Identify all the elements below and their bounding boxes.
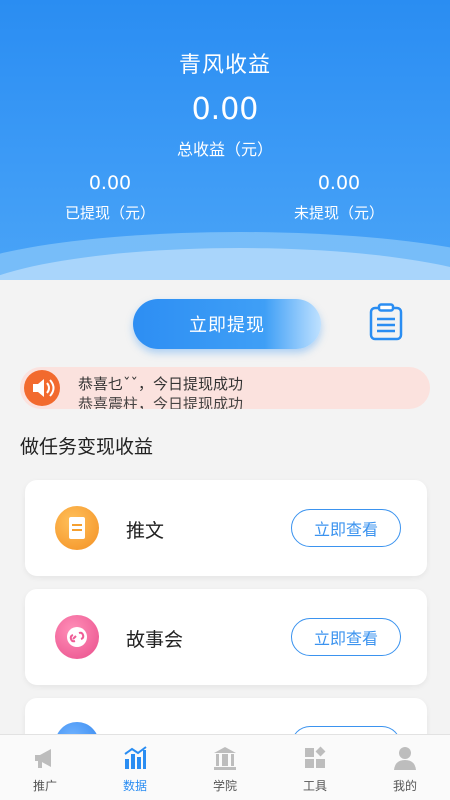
withdrawn-label: 已提现（元） xyxy=(64,204,155,222)
unwithdrawn-label: 未提现（元） xyxy=(293,204,384,222)
link-icon xyxy=(55,615,99,659)
notice-text: 恭喜乜ˇˇ，今日提现成功 恭喜震柱，今日提现成功 xyxy=(78,374,243,409)
bar-chart-icon xyxy=(124,746,147,769)
task-name: 推文 xyxy=(126,520,165,542)
megaphone-icon xyxy=(35,749,51,768)
nav-label: 数据 xyxy=(122,779,147,793)
unwithdrawn-stat: 0.00 未提现（元） xyxy=(264,172,414,223)
view-now-button[interactable]: 立即查看 xyxy=(291,618,401,656)
bottom-nav: 推广 数据 学院 工具 我的 xyxy=(0,734,450,800)
withdrawn-value: 0.00 xyxy=(88,172,132,194)
withdrawn-stat: 0.00 已提现（元） xyxy=(35,172,185,223)
building-icon xyxy=(214,747,236,770)
earnings-header: 青风收益 0.00 总收益（元） 0.00 已提现（元） 0.00 未提现（元） xyxy=(0,0,450,280)
page-title: 青风收益 xyxy=(178,53,271,78)
nav-item-mine[interactable]: 我的 xyxy=(360,735,450,800)
task-name: 故事会 xyxy=(126,629,184,651)
nav-label: 工具 xyxy=(302,779,327,793)
task-card-tweet[interactable]: 推文 立即查看 xyxy=(25,480,427,576)
nav-label: 推广 xyxy=(32,779,57,793)
total-earnings-value: 0.00 xyxy=(191,92,259,127)
task-card-story[interactable]: 故事会 立即查看 xyxy=(25,589,427,685)
notice-line: 恭喜乜ˇˇ，今日提现成功 xyxy=(78,375,244,393)
nav-item-data[interactable]: 数据 xyxy=(90,735,180,800)
clipboard-icon[interactable] xyxy=(368,303,404,341)
unwithdrawn-value: 0.00 xyxy=(317,172,361,194)
document-icon xyxy=(55,506,99,550)
section-title: 做任务变现收益 xyxy=(20,436,154,458)
speaker-icon xyxy=(24,370,60,406)
nav-item-academy[interactable]: 学院 xyxy=(180,735,270,800)
nav-label: 学院 xyxy=(212,779,237,793)
nav-item-tools[interactable]: 工具 xyxy=(270,735,360,800)
nav-label: 我的 xyxy=(392,779,417,793)
withdraw-notice-bar: 恭喜乜ˇˇ，今日提现成功 恭喜震柱，今日提现成功 xyxy=(20,367,430,409)
nav-item-promote[interactable]: 推广 xyxy=(0,735,90,800)
view-now-button[interactable]: 立即查看 xyxy=(291,509,401,547)
tools-icon xyxy=(305,746,326,768)
notice-line-next: 恭喜震柱，今日提现成功 xyxy=(78,395,244,409)
withdraw-button[interactable]: 立即提现 xyxy=(133,299,321,349)
total-earnings-label: 总收益（元） xyxy=(176,140,273,159)
user-icon xyxy=(394,747,416,770)
